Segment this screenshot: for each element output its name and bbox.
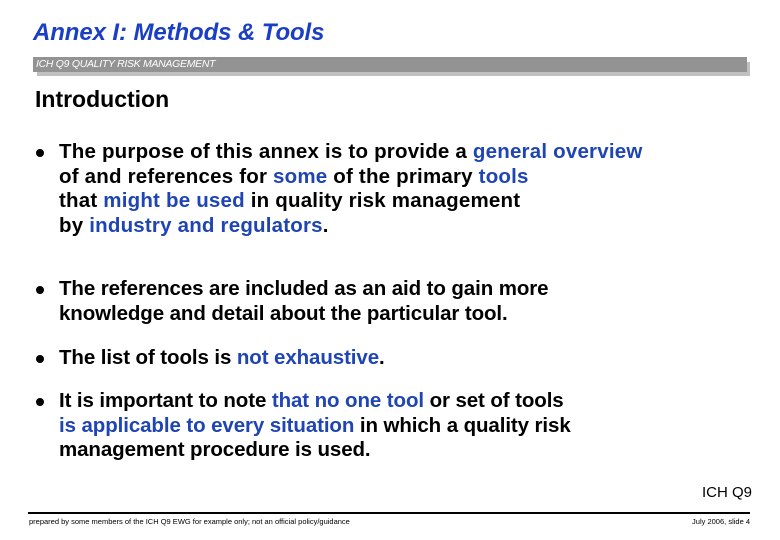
body-text: The list of tools is <box>59 346 237 369</box>
body-text: management procedure is used. <box>59 438 371 462</box>
bullet-line: The list of tools is not exhaustive. <box>59 346 766 371</box>
header-band-label: ICH Q9 QUALITY RISK MANAGEMENT <box>36 58 216 70</box>
highlighted-text: general overview <box>472 140 643 163</box>
highlighted-text: industry and regulators <box>89 213 323 237</box>
bullet-item: The references are included as an aid to… <box>36 277 766 326</box>
section-heading: Introduction <box>35 86 170 112</box>
bullet-item: The list of tools is not exhaustive. <box>36 346 766 371</box>
document-tag: ICH Q9 <box>701 484 752 501</box>
bullet-icon <box>36 398 44 406</box>
highlighted-text: tools <box>478 164 529 188</box>
bullet-line: knowledge and detail about the particula… <box>59 302 766 327</box>
bullet-item: It is important to note that no one tool… <box>36 389 766 463</box>
bullet-line: It is important to note that no one tool… <box>59 389 766 414</box>
bullet-text: The references are included as an aid to… <box>59 277 766 326</box>
bullet-line: The references are included as an aid to… <box>59 277 766 302</box>
highlighted-text: might be used <box>103 189 245 213</box>
highlighted-text: not exhaustive <box>236 346 379 369</box>
body-text: It is important to note <box>59 389 272 412</box>
bullet-line: by industry and regulators. <box>59 214 766 239</box>
bullet-line: that might be used in quality risk manag… <box>59 189 766 214</box>
footer-slide-info: July 2006, slide 4 <box>692 517 750 526</box>
bullet-icon <box>36 149 44 157</box>
bullet-icon <box>36 286 44 294</box>
footer-divider <box>28 512 750 514</box>
body-text: The references are included as an aid to… <box>59 277 549 300</box>
body-text: by <box>59 213 90 237</box>
body-text: or set of tools <box>423 389 564 412</box>
slide-title: Annex I: Methods & Tools <box>33 19 325 46</box>
body-text: that <box>59 189 104 213</box>
bullet-line: is applicable to every situation in whic… <box>59 414 766 439</box>
bullet-line: of and references for some of the primar… <box>59 165 766 190</box>
body-text: knowledge and detail about the particula… <box>59 301 508 325</box>
highlighted-text: is applicable to every situation <box>59 413 355 437</box>
bullet-text: The list of tools is not exhaustive. <box>59 346 766 371</box>
body-text: . <box>379 346 385 369</box>
bullet-text: The purpose of this annex is to provide … <box>59 140 766 238</box>
body-text: in which a quality risk <box>354 413 571 437</box>
bullet-line: The purpose of this annex is to provide … <box>59 140 766 165</box>
highlighted-text: some <box>273 164 328 188</box>
body-text: in quality risk management <box>244 189 521 213</box>
bullet-icon <box>36 355 44 363</box>
bullet-item: The purpose of this annex is to provide … <box>36 140 766 238</box>
footer-disclaimer: prepared by some members of the ICH Q9 E… <box>29 517 350 526</box>
highlighted-text: that no one tool <box>271 389 424 412</box>
body-text: of and references for <box>59 164 274 188</box>
bullet-line: management procedure is used. <box>59 438 766 463</box>
body-text: of the primary <box>327 164 479 188</box>
body-text: . <box>322 213 329 237</box>
bullet-text: It is important to note that no one tool… <box>59 389 766 463</box>
body-text: The purpose of this annex is to provide … <box>59 140 473 163</box>
